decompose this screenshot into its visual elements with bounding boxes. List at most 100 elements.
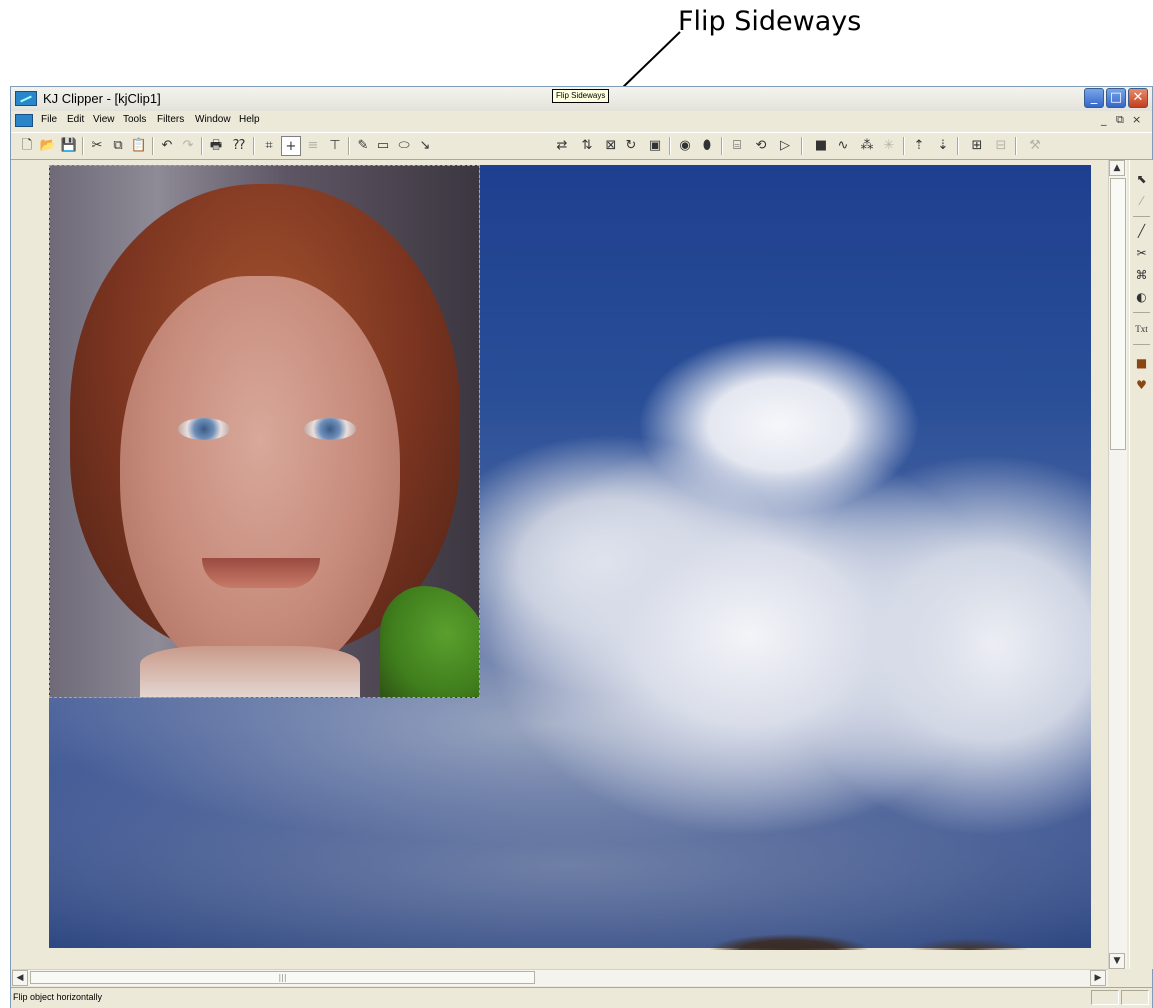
undo-icon[interactable]: ↶ bbox=[157, 136, 177, 156]
menu-window[interactable]: Window bbox=[195, 114, 231, 125]
mdi-minimize-button[interactable]: _ bbox=[1101, 113, 1107, 126]
side-toolbar-separator bbox=[1133, 312, 1150, 313]
line-icon[interactable]: ↘ bbox=[415, 136, 435, 156]
stamp-icon[interactable]: ⌸ bbox=[727, 136, 747, 156]
toolbar-separator bbox=[957, 137, 959, 155]
scroll-down-button[interactable]: ▼ bbox=[1109, 953, 1125, 969]
brush-icon[interactable]: ⬮ bbox=[697, 136, 717, 156]
vertical-scrollbar[interactable]: ▲ ▼ bbox=[1108, 160, 1127, 969]
mdi-close-button[interactable]: × bbox=[1132, 113, 1141, 126]
toolbar-separator bbox=[1015, 137, 1017, 155]
portrait-neck bbox=[140, 646, 360, 697]
flip-vertical-icon[interactable]: ⇅ bbox=[577, 136, 597, 156]
toolbar-separator bbox=[348, 137, 350, 155]
menu-filters[interactable]: Filters bbox=[157, 114, 184, 125]
wave-icon[interactable]: ∿ bbox=[833, 136, 853, 156]
play-icon[interactable]: ▷ bbox=[775, 136, 795, 156]
scroll-right-button[interactable]: ▶ bbox=[1090, 970, 1106, 986]
print-icon[interactable]: 🖶 bbox=[206, 136, 226, 156]
heart-shape-icon[interactable]: ♥ bbox=[1132, 374, 1151, 396]
portrait-eye-left bbox=[178, 418, 230, 440]
main-toolbar: 🗋 📂 💾 ✂ ⧉ 📋 ↶ ↷ 🖶 ⁇ ⌗ + ≡ ⊤ ✎ ▭ ⬭ ↘ ⇄ ⇅ … bbox=[11, 132, 1152, 160]
crop-icon[interactable]: ⌗ bbox=[259, 136, 279, 156]
selected-portrait-object[interactable] bbox=[49, 165, 480, 698]
app-icon bbox=[15, 91, 37, 106]
side-toolbar: ⬉ ⁄ ╱ ✂ ⌘ ◐ Txt ■ ♥ bbox=[1129, 160, 1153, 969]
color-wheel-icon[interactable]: ◉ bbox=[675, 136, 695, 156]
redo-icon[interactable]: ↷ bbox=[178, 136, 198, 156]
minimize-button[interactable]: _ bbox=[1084, 88, 1104, 108]
fill-icon[interactable]: ■ bbox=[811, 136, 831, 156]
select-tool-icon[interactable]: ⬉ bbox=[1132, 168, 1151, 190]
rotate-icon[interactable]: ↻ bbox=[621, 136, 641, 156]
annotation-label: Flip Sideways bbox=[678, 6, 862, 37]
toolbar-separator bbox=[82, 137, 84, 155]
menu-edit[interactable]: Edit bbox=[67, 114, 84, 125]
save-icon[interactable]: 💾 bbox=[59, 136, 79, 156]
portrait-mouth bbox=[202, 558, 320, 588]
portrait-eye-right bbox=[304, 418, 356, 440]
status-text: Flip object horizontally bbox=[13, 992, 103, 1002]
sparkle-icon[interactable]: ✳ bbox=[879, 136, 899, 156]
toolbar-separator bbox=[152, 137, 154, 155]
open-icon[interactable]: 📂 bbox=[38, 136, 58, 156]
mountain-ridge bbox=[49, 930, 1091, 950]
portrait-face bbox=[120, 276, 400, 686]
scroll-up-button[interactable]: ▲ bbox=[1109, 160, 1125, 176]
toolbar-separator bbox=[201, 137, 203, 155]
mirror-icon[interactable]: ⊠ bbox=[601, 136, 621, 156]
send-back-icon[interactable]: ⇣ bbox=[933, 136, 953, 156]
menu-help[interactable]: Help bbox=[239, 114, 260, 125]
toolbar-separator bbox=[903, 137, 905, 155]
vertical-scroll-thumb[interactable] bbox=[1110, 178, 1126, 450]
refresh-icon[interactable]: ⟲ bbox=[751, 136, 771, 156]
portrait-plant bbox=[380, 586, 479, 697]
frame-icon[interactable]: ▣ bbox=[645, 136, 665, 156]
brush-tool-icon[interactable]: ╱ bbox=[1132, 220, 1151, 242]
mdi-restore-button[interactable]: ⧉ bbox=[1116, 113, 1124, 127]
menu-tools[interactable]: Tools bbox=[123, 114, 146, 125]
status-panel bbox=[1091, 990, 1119, 1005]
ellipse-icon[interactable]: ⬭ bbox=[394, 136, 414, 156]
square-shape-icon[interactable]: ■ bbox=[1132, 352, 1151, 374]
anchor-icon[interactable]: ⊤ bbox=[325, 136, 345, 156]
flip-sideways-button[interactable]: ⇄ bbox=[552, 136, 572, 156]
help-pointer-icon[interactable]: ⁇ bbox=[229, 136, 249, 156]
noise-icon[interactable]: ⁂ bbox=[857, 136, 877, 156]
toolbar-separator bbox=[669, 137, 671, 155]
menu-file[interactable]: File bbox=[41, 114, 57, 125]
align-icon[interactable]: ≡ bbox=[303, 136, 323, 156]
flip-sideways-tooltip: Flip Sideways bbox=[552, 89, 610, 103]
cut-icon[interactable]: ✂ bbox=[87, 136, 107, 156]
color-tool-icon[interactable]: ◐ bbox=[1132, 286, 1151, 308]
pencil-icon[interactable]: ✎ bbox=[353, 136, 373, 156]
scroll-left-button[interactable]: ◀ bbox=[12, 970, 28, 986]
side-toolbar-separator bbox=[1133, 344, 1150, 345]
size-grip[interactable] bbox=[1121, 990, 1149, 1005]
menu-bar: File Edit View Tools Filters Window Help… bbox=[11, 111, 1152, 131]
paste-icon[interactable]: 📋 bbox=[129, 136, 149, 156]
text-tool-icon[interactable]: Txt bbox=[1132, 318, 1151, 340]
copy-icon[interactable]: ⧉ bbox=[108, 136, 128, 156]
crosshair-icon[interactable]: + bbox=[281, 136, 301, 156]
tool-icon[interactable]: ⚒ bbox=[1025, 136, 1045, 156]
horizontal-scroll-thumb[interactable]: ||| bbox=[30, 971, 535, 984]
canvas-area[interactable] bbox=[12, 160, 1107, 969]
toolbar-separator bbox=[253, 137, 255, 155]
group-icon[interactable]: ⊞ bbox=[967, 136, 987, 156]
clone-tool-icon[interactable]: ⌘ bbox=[1132, 264, 1151, 286]
document-icon[interactable] bbox=[15, 114, 33, 127]
horizontal-scrollbar[interactable]: ◀ ||| ▶ bbox=[12, 969, 1108, 986]
rectangle-icon[interactable]: ▭ bbox=[373, 136, 393, 156]
dropper-tool-icon[interactable]: ⁄ bbox=[1132, 190, 1151, 212]
ungroup-icon[interactable]: ⊟ bbox=[991, 136, 1011, 156]
maximize-button[interactable]: □ bbox=[1106, 88, 1126, 108]
scissors-tool-icon[interactable]: ✂ bbox=[1132, 242, 1151, 264]
bring-front-icon[interactable]: ⇡ bbox=[909, 136, 929, 156]
menu-view[interactable]: View bbox=[93, 114, 115, 125]
close-button[interactable]: ✕ bbox=[1128, 88, 1148, 108]
window-title: KJ Clipper - [kjClip1] bbox=[43, 91, 161, 106]
toolbar-separator bbox=[721, 137, 723, 155]
side-toolbar-separator bbox=[1133, 216, 1150, 217]
new-icon[interactable]: 🗋 bbox=[17, 136, 37, 156]
